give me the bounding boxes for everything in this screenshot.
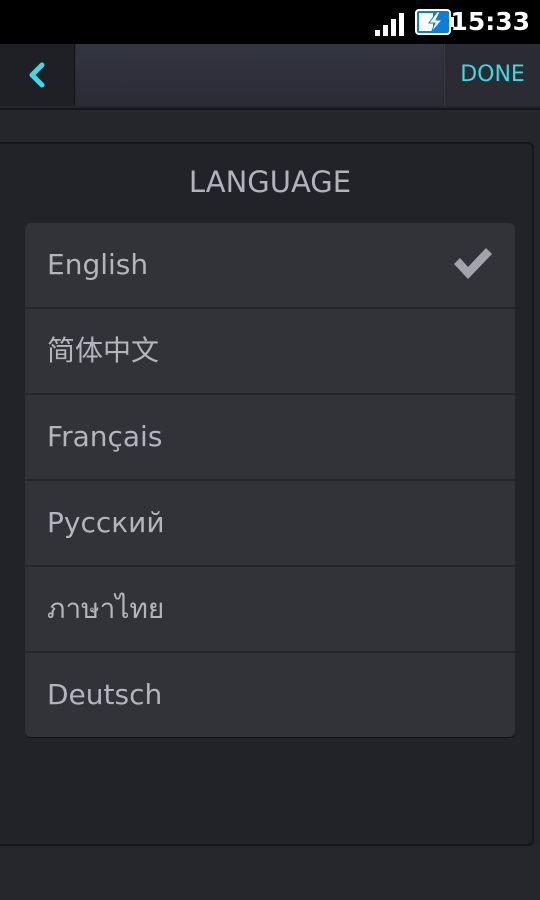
status-time: 15:33 (450, 7, 530, 36)
language-item-russian[interactable]: Русский (25, 481, 515, 567)
status-bar: 15:33 (0, 0, 540, 44)
battery-charging-icon (415, 9, 454, 35)
language-label: Deutsch (47, 678, 163, 711)
language-item-chinese[interactable]: 简体中文 (25, 309, 515, 395)
chevron-left-icon (29, 62, 45, 88)
toolbar-title-area (76, 44, 443, 106)
section-title: LANGUAGE (188, 165, 352, 199)
top-toolbar: DONE (0, 44, 540, 110)
back-button[interactable] (0, 44, 75, 106)
done-button[interactable]: DONE (444, 44, 540, 106)
language-label: Français (47, 420, 163, 453)
language-label: English (47, 248, 149, 281)
language-label: ภาษาไทย (47, 592, 165, 625)
checkmark-icon (454, 248, 492, 279)
language-label: 简体中文 (47, 334, 160, 367)
language-list: English 简体中文 Français Русский ภาษาไทย De… (25, 223, 515, 737)
language-item-german[interactable]: Deutsch (25, 653, 515, 737)
language-item-thai[interactable]: ภาษาไทย (25, 567, 515, 653)
bottom-area (0, 846, 540, 900)
signal-bars-icon (375, 13, 404, 36)
language-label: Русский (47, 506, 165, 539)
language-item-english[interactable]: English (25, 223, 515, 309)
language-item-french[interactable]: Français (25, 395, 515, 481)
